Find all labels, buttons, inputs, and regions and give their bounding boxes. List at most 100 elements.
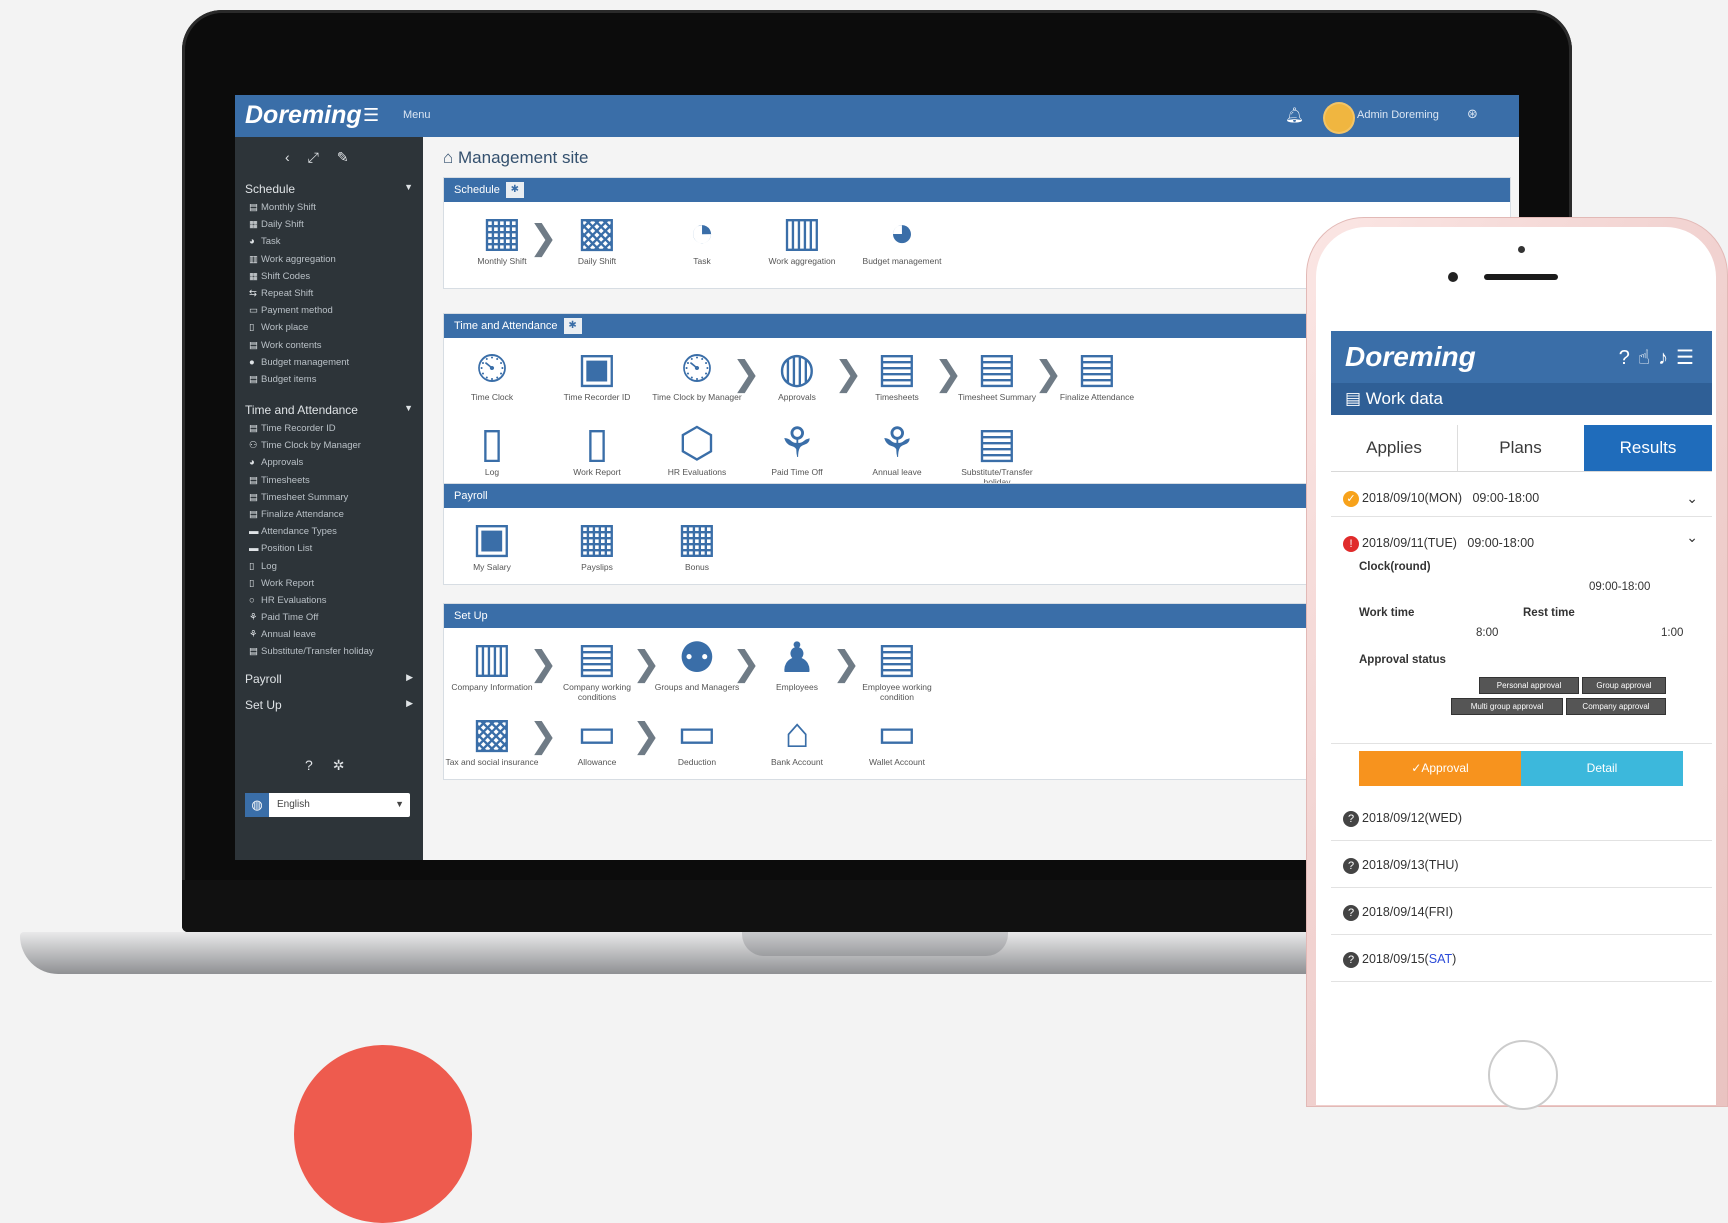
chevron-down-icon[interactable]: ⌄: [1686, 479, 1698, 517]
tile-timesheets[interactable]: ▤ Timesheets: [849, 344, 945, 402]
day-row[interactable]: ? 2018/09/14(FRI): [1331, 890, 1712, 935]
sidebar-item[interactable]: ▦ Shift Codes: [249, 268, 349, 285]
sidebar-item[interactable]: ◕ Approvals: [249, 454, 374, 471]
sidebar-item[interactable]: ▬ Attendance Types: [249, 523, 374, 540]
sidebar-item[interactable]: ▤ Budget items: [249, 371, 349, 388]
approval-button[interactable]: ✓Approval: [1359, 751, 1521, 786]
sidebar-tools: ‹⤢✎: [285, 149, 367, 166]
sidebar-section-schedule[interactable]: Schedule ▼: [245, 182, 413, 196]
sidebar-section-attendance[interactable]: Time and Attendance ▼: [245, 403, 413, 417]
decorative-red-circle: [294, 1045, 472, 1223]
tile-time-clock[interactable]: ⏲ Time Clock: [444, 344, 540, 402]
day-row[interactable]: ? 2018/09/15(SAT): [1331, 937, 1712, 982]
tab-results[interactable]: Results: [1584, 425, 1712, 471]
tile-company-working-conditions[interactable]: ▤ Company working conditions: [549, 634, 645, 702]
pin-icon[interactable]: ✎: [337, 149, 367, 165]
tile-groups-managers[interactable]: ⚉ Groups and Managers: [649, 634, 745, 692]
tile-annual-leave[interactable]: ⚘ Annual leave: [849, 419, 945, 477]
hand-icon[interactable]: ☝: [1638, 347, 1658, 369]
language-select[interactable]: ◍ English ▼: [245, 793, 410, 817]
brand-logo[interactable]: Doreming: [245, 101, 362, 130]
sidebar-item[interactable]: ▤ Timesheet Summary: [249, 489, 374, 506]
expand-icon[interactable]: ⤢: [308, 149, 337, 165]
collapse-icon[interactable]: ‹: [285, 149, 308, 165]
tile-finalize-attendance[interactable]: ▤ Finalize Attendance: [1049, 344, 1145, 402]
sidebar-item[interactable]: ▯ Work place: [249, 319, 349, 336]
detail-button[interactable]: Detail: [1521, 751, 1683, 786]
sidebar-item[interactable]: ⚇ Time Clock by Manager: [249, 437, 374, 454]
bell-icon[interactable]: 🔔︎: [1285, 106, 1304, 124]
avatar[interactable]: [1323, 102, 1355, 134]
chevron-down-icon[interactable]: ⌄: [1686, 529, 1698, 546]
tile-substitute-holiday[interactable]: ▤ Substitute/Transfer holiday: [949, 419, 1045, 487]
sidebar-item[interactable]: ● Budget management: [249, 354, 349, 371]
hamburger-icon[interactable]: ☰: [1676, 347, 1702, 369]
sidebar-item[interactable]: ▭ Payment method: [249, 302, 349, 319]
tab-applies[interactable]: Applies: [1331, 425, 1458, 471]
tile-bonus[interactable]: ▦ Bonus: [649, 514, 745, 572]
question-icon[interactable]: ?: [305, 757, 333, 773]
tile-budget-management[interactable]: ◕ Budget management: [854, 208, 950, 266]
tile-company-information[interactable]: ▥ Company Information: [444, 634, 540, 692]
sidebar-item[interactable]: ◕ Task: [249, 233, 349, 250]
tile-task[interactable]: ◔ Task: [654, 208, 750, 266]
sidebar-item[interactable]: ▤ Substitute/Transfer holiday: [249, 643, 374, 660]
sidebar-item[interactable]: ▦ Daily Shift: [249, 216, 349, 233]
sidebar-item[interactable]: ▯ Work Report: [249, 575, 374, 592]
tile-deduction[interactable]: ▭ Deduction: [649, 709, 745, 767]
tile-hr-evaluations[interactable]: ⬡ HR Evaluations: [649, 419, 745, 477]
sidebar-item[interactable]: ▤ Monthly Shift: [249, 199, 349, 216]
tile-paid-time-off[interactable]: ⚘ Paid Time Off: [749, 419, 845, 477]
tile-employee-working-condition[interactable]: ▤ Employee working condition: [849, 634, 945, 702]
tile-approvals[interactable]: ◍ Approvals: [749, 344, 845, 402]
tile-employees[interactable]: ♟ Employees: [749, 634, 845, 692]
day-row[interactable]: ✓ 2018/09/10(MON) 09:00-18:00 ⌄: [1331, 479, 1712, 517]
tile-allowance[interactable]: ▭ Allowance: [549, 709, 645, 767]
gear-icon[interactable]: ✱: [505, 182, 524, 199]
sidebar-item[interactable]: ⚘ Annual leave: [249, 626, 374, 643]
tile-payslips[interactable]: ▦ Payslips: [549, 514, 645, 572]
sidebar-item[interactable]: ▯ Log: [249, 558, 374, 575]
tile-time-recorder-id[interactable]: ▣ Time Recorder ID: [549, 344, 645, 402]
log-file-icon: ▯: [480, 419, 504, 466]
sidebar-item[interactable]: ○ HR Evaluations: [249, 592, 374, 609]
day-row[interactable]: ? 2018/09/12(WED): [1331, 796, 1712, 841]
sidebar-item[interactable]: ▤ Time Recorder ID: [249, 420, 374, 437]
home-icon[interactable]: ⌂: [443, 148, 453, 167]
settings-icon[interactable]: ✲: [333, 757, 365, 773]
tab-plans[interactable]: Plans: [1457, 425, 1585, 471]
tile-tax-social-insurance[interactable]: ▩ Tax and social insurance: [444, 709, 540, 767]
sidebar-item[interactable]: ⚘ Paid Time Off: [249, 609, 374, 626]
tile-time-clock-manager[interactable]: ⏲ Time Clock by Manager: [649, 344, 745, 402]
tile-daily-shift[interactable]: ▩ Daily Shift: [549, 208, 645, 266]
sidebar-item[interactable]: ▤ Timesheets: [249, 472, 374, 489]
admin-name[interactable]: Admin Doreming: [1357, 109, 1439, 121]
tile-wallet-account[interactable]: ▭ Wallet Account: [849, 709, 945, 767]
sidebar-item[interactable]: ▬ Position List: [249, 540, 374, 557]
hamburger-icon[interactable]: ☰: [363, 105, 379, 126]
phone-brand[interactable]: Doreming: [1345, 341, 1476, 373]
work-time-label: Work time: [1359, 607, 1415, 619]
tile-bank-account[interactable]: ⌂ Bank Account: [749, 709, 845, 767]
phone-home-button[interactable]: [1488, 1040, 1558, 1110]
sidebar-item[interactable]: ▤ Work contents: [249, 337, 349, 354]
menu-label[interactable]: Menu: [403, 109, 431, 121]
sidebar-section-payroll[interactable]: Payroll ▶: [245, 672, 413, 686]
day-row-header[interactable]: ! 2018/09/11(TUE) 09:00-18:00: [1343, 527, 1712, 559]
day-row[interactable]: ? 2018/09/13(THU): [1331, 843, 1712, 888]
tile-timesheet-summary[interactable]: ▤ Timesheet Summary: [949, 344, 1045, 402]
gear-icon[interactable]: ✱: [563, 318, 582, 335]
sidebar-item[interactable]: ▥ Work aggregation: [249, 251, 349, 268]
tile-work-aggregation[interactable]: ▥ Work aggregation: [754, 208, 850, 266]
help-icon[interactable]: ?: [1619, 347, 1638, 369]
help-icon[interactable]: ⊛: [1467, 106, 1478, 122]
phone-top-bar: Doreming ?☝♪☰: [1331, 331, 1712, 383]
sidebar-item[interactable]: ⇆ Repeat Shift: [249, 285, 349, 302]
tile-log[interactable]: ▯ Log: [444, 419, 540, 477]
tile-my-salary[interactable]: ▣ My Salary: [444, 514, 540, 572]
bell-icon[interactable]: ♪: [1658, 347, 1676, 369]
sidebar-section-setup[interactable]: Set Up ▶: [245, 698, 413, 712]
deduction-icon: ▭: [677, 709, 717, 756]
sidebar-item[interactable]: ▤ Finalize Attendance: [249, 506, 374, 523]
tile-work-report[interactable]: ▯ Work Report: [549, 419, 645, 477]
